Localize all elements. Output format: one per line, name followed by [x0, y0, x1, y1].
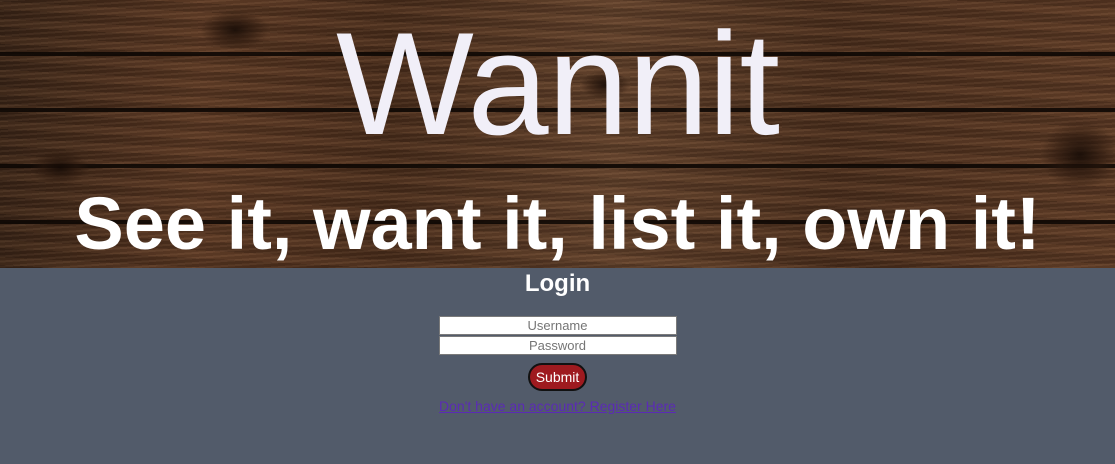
login-form: Submit Don't have an account? Register H…	[0, 316, 1115, 414]
password-input[interactable]	[438, 336, 677, 355]
register-link[interactable]: Don't have an account? Register Here	[0, 398, 1115, 414]
login-title: Login	[524, 270, 591, 297]
username-input[interactable]	[438, 316, 677, 335]
brand-title: Wannit	[336, 2, 780, 165]
hero-banner: Wannit See it, want it, list it, own it!	[0, 0, 1115, 268]
submit-button[interactable]: Submit	[527, 363, 588, 391]
tagline: See it, want it, list it, own it!	[74, 182, 1041, 265]
login-section: Login Submit Don't have an account? Regi…	[0, 268, 1115, 464]
